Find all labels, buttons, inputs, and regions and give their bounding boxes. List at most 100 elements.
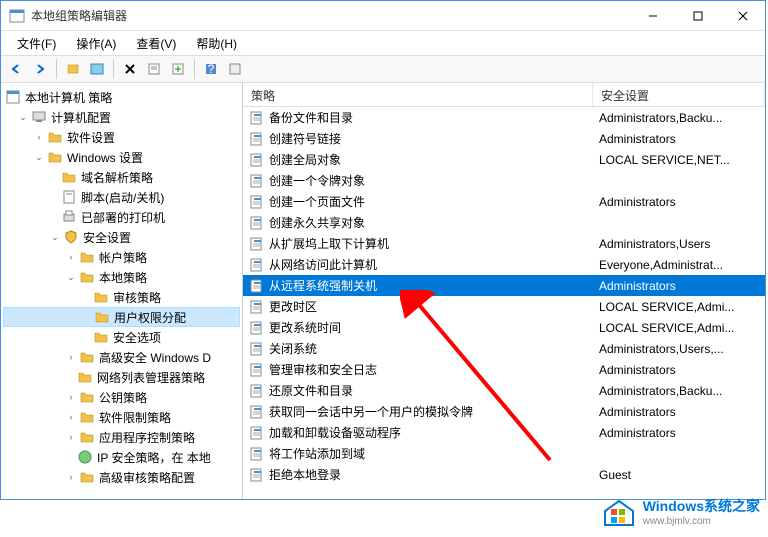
list-row[interactable]: 从扩展坞上取下计算机Administrators,Users — [243, 233, 765, 254]
policy-item-icon — [249, 467, 265, 483]
up-button[interactable] — [62, 58, 84, 80]
collapse-icon[interactable]: ⌄ — [17, 111, 29, 123]
policy-item-icon — [249, 404, 265, 420]
menu-file[interactable]: 文件(F) — [9, 33, 64, 54]
tree-printers[interactable]: 已部署的打印机 — [3, 207, 240, 227]
list-row[interactable]: 从网络访问此计算机Everyone,Administrat... — [243, 254, 765, 275]
list-row[interactable]: 获取同一会话中另一个用户的模拟令牌Administrators — [243, 401, 765, 422]
minimize-button[interactable] — [630, 1, 675, 30]
back-button[interactable] — [5, 58, 27, 80]
help-button[interactable]: ? — [200, 58, 222, 80]
expand-icon[interactable]: › — [33, 131, 45, 143]
tree-local-policy[interactable]: ⌄本地策略 — [3, 267, 240, 287]
column-policy[interactable]: 策略 — [243, 83, 593, 106]
list-row[interactable]: 从远程系统强制关机Administrators — [243, 275, 765, 296]
folder-icon — [79, 389, 95, 405]
policy-name-cell: 备份文件和目录 — [243, 109, 593, 126]
menu-help[interactable]: 帮助(H) — [188, 33, 245, 54]
close-button[interactable] — [720, 1, 765, 30]
properties-button[interactable] — [143, 58, 165, 80]
list-row[interactable]: 还原文件和目录Administrators,Backu... — [243, 380, 765, 401]
expand-icon[interactable]: › — [65, 351, 77, 363]
separator — [194, 59, 195, 79]
tree-computer-config[interactable]: ⌄计算机配置 — [3, 107, 240, 127]
refresh-button[interactable] — [224, 58, 246, 80]
policy-setting-cell: Guest — [593, 468, 765, 482]
policy-name-cell: 还原文件和目录 — [243, 382, 593, 399]
forward-button[interactable] — [29, 58, 51, 80]
list-panel: 策略 安全设置 备份文件和目录Administrators,Backu...创建… — [243, 83, 765, 499]
tree-advaudit[interactable]: ›高级审核策略配置 — [3, 467, 240, 487]
list-row[interactable]: 管理审核和安全日志Administrators — [243, 359, 765, 380]
policy-item-icon — [249, 278, 265, 294]
policy-name: 加载和卸载设备驱动程序 — [269, 424, 401, 441]
tree-audit[interactable]: 审核策略 — [3, 287, 240, 307]
tree-account[interactable]: ›帐户策略 — [3, 247, 240, 267]
menu-action[interactable]: 操作(A) — [68, 33, 124, 54]
policy-name: 创建一个页面文件 — [269, 193, 365, 210]
policy-name-cell: 创建永久共享对象 — [243, 214, 593, 231]
folder-icon — [61, 169, 77, 185]
tree-software[interactable]: ›软件设置 — [3, 127, 240, 147]
tree-netlist[interactable]: 网络列表管理器策略 — [3, 367, 240, 387]
list-row[interactable]: 加载和卸载设备驱动程序Administrators — [243, 422, 765, 443]
tree-pubkey[interactable]: ›公钥策略 — [3, 387, 240, 407]
policy-name-cell: 创建一个令牌对象 — [243, 172, 593, 189]
list-row[interactable]: 创建一个令牌对象 — [243, 170, 765, 191]
tree-defender[interactable]: ›高级安全 Windows D — [3, 347, 240, 367]
tree-appctrl[interactable]: ›应用程序控制策略 — [3, 427, 240, 447]
window-title: 本地组策略编辑器 — [31, 7, 630, 24]
printer-icon — [61, 209, 77, 225]
tree-windows[interactable]: ⌄Windows 设置 — [3, 147, 240, 167]
policy-icon — [5, 89, 21, 105]
collapse-icon[interactable]: ⌄ — [65, 271, 77, 283]
list-row[interactable]: 更改系统时间LOCAL SERVICE,Admi... — [243, 317, 765, 338]
tree-security[interactable]: ⌄安全设置 — [3, 227, 240, 247]
tree-root[interactable]: 本地计算机 策略 — [3, 87, 240, 107]
folder-icon — [79, 349, 95, 365]
expand-icon[interactable]: › — [65, 411, 77, 423]
tree-security-options[interactable]: 安全选项 — [3, 327, 240, 347]
list-row[interactable]: 关闭系统Administrators,Users,... — [243, 338, 765, 359]
policy-setting-cell: Administrators — [593, 405, 765, 419]
tree-label: 安全选项 — [113, 329, 161, 346]
expand-icon[interactable]: › — [65, 251, 77, 263]
list-body[interactable]: 备份文件和目录Administrators,Backu...创建符号链接Admi… — [243, 107, 765, 499]
tree-softrestrict[interactable]: › 软件限制策略 — [3, 407, 240, 427]
expand-icon[interactable]: › — [65, 391, 77, 403]
export-button[interactable] — [167, 58, 189, 80]
tree-scripts[interactable]: 脚本(启动/关机) — [3, 187, 240, 207]
tree-label: 本地计算机 策略 — [25, 89, 112, 106]
tree-label: 脚本(启动/关机) — [81, 189, 164, 206]
menubar: 文件(F) 操作(A) 查看(V) 帮助(H) — [1, 31, 765, 55]
tree-ipsec[interactable]: IP 安全策略，在 本地 — [3, 447, 240, 467]
tree-label: 网络列表管理器策略 — [97, 369, 205, 386]
list-row[interactable]: 更改时区LOCAL SERVICE,Admi... — [243, 296, 765, 317]
list-row[interactable]: 创建符号链接Administrators — [243, 128, 765, 149]
show-hide-button[interactable] — [86, 58, 108, 80]
menu-view[interactable]: 查看(V) — [128, 33, 184, 54]
policy-name-cell: 加载和卸载设备驱动程序 — [243, 424, 593, 441]
list-row[interactable]: 将工作站添加到域 — [243, 443, 765, 464]
policy-name-cell: 创建符号链接 — [243, 130, 593, 147]
tree-panel[interactable]: 本地计算机 策略 ⌄计算机配置 ›软件设置 ⌄Windows 设置 域名解析策略… — [1, 83, 243, 499]
delete-button[interactable] — [119, 58, 141, 80]
list-row[interactable]: 创建永久共享对象 — [243, 212, 765, 233]
policy-item-icon — [249, 194, 265, 210]
maximize-button[interactable] — [675, 1, 720, 30]
list-row[interactable]: 创建全局对象LOCAL SERVICE,NET... — [243, 149, 765, 170]
column-security[interactable]: 安全设置 — [593, 83, 765, 106]
collapse-icon[interactable]: ⌄ — [49, 231, 61, 243]
expand-icon[interactable]: › — [65, 471, 77, 483]
policy-setting-cell: LOCAL SERVICE,Admi... — [593, 321, 765, 335]
tree-label: 软件限制策略 — [99, 409, 171, 426]
collapse-icon[interactable]: ⌄ — [33, 151, 45, 163]
folder-icon — [94, 309, 110, 325]
list-row[interactable]: 备份文件和目录Administrators,Backu... — [243, 107, 765, 128]
list-row[interactable]: 创建一个页面文件Administrators — [243, 191, 765, 212]
policy-item-icon — [249, 236, 265, 252]
expand-icon[interactable]: › — [65, 431, 77, 443]
list-row[interactable]: 拒绝本地登录Guest — [243, 464, 765, 485]
tree-dns[interactable]: 域名解析策略 — [3, 167, 240, 187]
tree-user-rights[interactable]: 用户权限分配 — [3, 307, 240, 327]
